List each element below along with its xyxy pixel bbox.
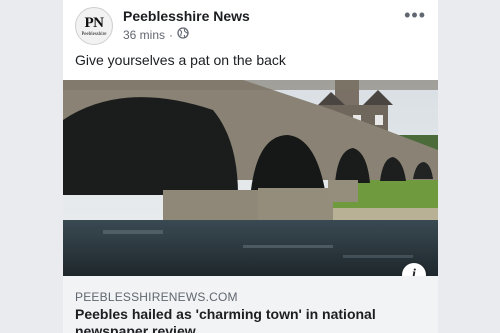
link-headline[interactable]: Peebles hailed as 'charming town' in nat…	[75, 306, 425, 333]
post-timestamp[interactable]: 36 mins	[123, 28, 165, 42]
post-header: PN Peeblesshire Peeblesshire News 36 min…	[63, 0, 438, 50]
link-preview-box[interactable]: PEEBLESSHIRENEWS.COM Peebles hailed as '…	[63, 276, 438, 333]
post-caption: Give yourselves a pat on the back	[75, 52, 286, 68]
avatar-subtext: Peeblesshire	[81, 32, 107, 37]
page-avatar[interactable]: PN Peeblesshire	[75, 7, 113, 45]
link-preview-image[interactable]	[63, 80, 438, 276]
more-options-icon[interactable]: •••	[404, 6, 426, 24]
avatar-monogram: PN	[84, 15, 105, 31]
globe-icon	[177, 27, 189, 42]
feed-post-card: PN Peeblesshire Peeblesshire News 36 min…	[63, 0, 438, 333]
bridge-photo	[63, 80, 438, 276]
link-domain: PEEBLESSHIRENEWS.COM	[75, 290, 238, 304]
meta-separator: ·	[169, 27, 174, 42]
page-name-link[interactable]: Peeblesshire News	[123, 8, 250, 24]
post-meta: 36 mins ·	[123, 27, 189, 42]
